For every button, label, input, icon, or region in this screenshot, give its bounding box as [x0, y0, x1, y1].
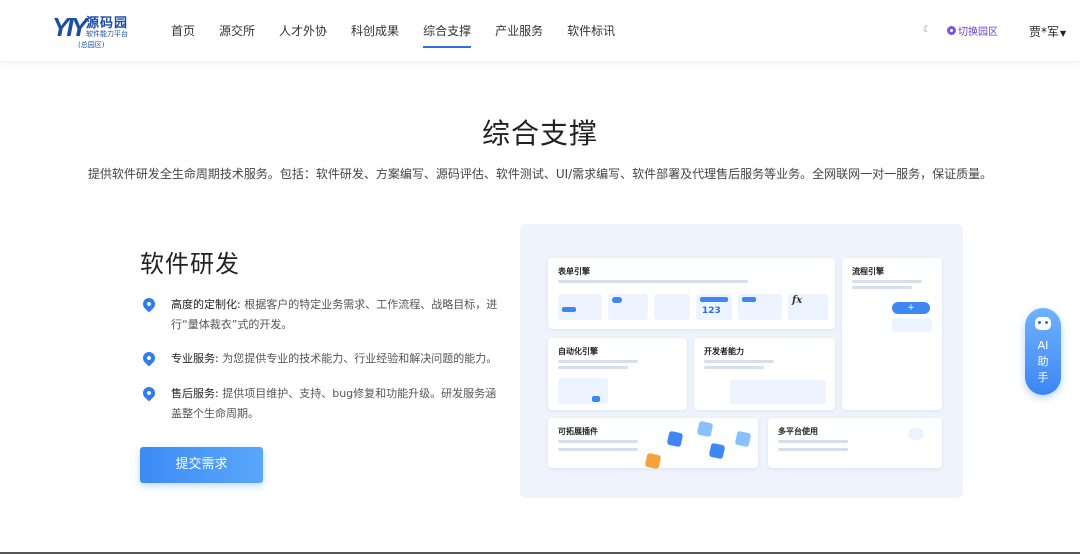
chevron-down-icon: ▼ — [1060, 29, 1067, 38]
page-title: 综合支撑 — [481, 117, 598, 150]
image-widget — [654, 294, 690, 320]
location-pin-icon — [140, 384, 158, 402]
moon-icon[interactable]: ☾ — [921, 24, 933, 36]
nav-home[interactable]: 首页 — [160, 0, 206, 61]
plugin-icon — [644, 452, 662, 470]
product-illustration: 表单引擎 123 fx 流程引擎 + 自动化引擎 开发者能力 可拓展插件 多平台… — [520, 224, 963, 498]
card-title: 流程引擎 — [852, 267, 884, 276]
nav-comprehensive-support[interactable]: 综合支撑 — [412, 0, 482, 61]
nav-source-exchange[interactable]: 源交所 — [208, 0, 266, 61]
card-title: 自动化引擎 — [558, 347, 598, 356]
logo[interactable]: YIY 源码园 软件能力平台 (总园区) — [52, 10, 142, 54]
card-title: 表单引擎 — [558, 267, 590, 276]
nav-talent-outsourcing[interactable]: 人才外协 — [268, 0, 338, 61]
location-pin-icon — [140, 349, 158, 367]
main-nav: 首页 源交所 人才外协 科创成果 综合支撑 产业服务 软件标讯 — [160, 0, 628, 61]
chat-bubble-icon — [908, 428, 924, 440]
ai-assistant-button[interactable]: AI 助 手 — [1025, 308, 1061, 395]
feature-item: 专业服务: 为您提供专业的技术能力、行业经验和解决问题的能力。 — [140, 349, 498, 369]
plugin-icon — [696, 420, 714, 438]
page-description: 提供软件研发全生命周期技术服务。包括：软件研发、方案编写、源码评估、软件测试、U… — [87, 167, 993, 181]
switch-park-button[interactable]: 切换园区 — [947, 23, 998, 38]
form-engine-card: 表单引擎 123 fx — [548, 258, 835, 329]
logo-region: (总园区) — [78, 41, 105, 49]
nav-innovation-results[interactable]: 科创成果 — [340, 0, 410, 61]
feature-text: 提供项目维护、支持、bug修复和功能升级。研发服务涵盖整个生命周期。 — [171, 387, 497, 420]
feature-heading: 售后服务: — [171, 387, 219, 400]
add-node-icon: + — [892, 302, 930, 314]
logo-mark: YIY — [52, 12, 88, 42]
multiplatform-card: 多平台使用 — [768, 418, 942, 468]
plugin-icon — [734, 430, 752, 448]
nav-industry-services[interactable]: 产业服务 — [484, 0, 554, 61]
automation-engine-card: 自动化引擎 — [548, 338, 687, 410]
feature-item: 售后服务: 提供项目维护、支持、bug修复和功能升级。研发服务涵盖整个生命周期。 — [140, 384, 498, 424]
feature-heading: 专业服务: — [171, 352, 219, 365]
robot-icon — [1035, 317, 1051, 330]
card-title: 开发者能力 — [704, 347, 744, 356]
feature-text: 为您提供专业的技术能力、行业经验和解决问题的能力。 — [218, 352, 498, 365]
flow-engine-card: 流程引擎 + — [842, 258, 942, 410]
user-menu[interactable]: 贾*军▼ — [1029, 23, 1066, 40]
switch-park-icon — [947, 26, 956, 35]
feature-item: 高度的定制化: 根据客户的特定业务需求、工作流程、战略目标，进行“量体裁衣”式的… — [140, 295, 498, 335]
user-name: 贾*军 — [1029, 25, 1060, 39]
plugin-icon — [708, 442, 726, 460]
section-title: 软件研发 — [140, 250, 240, 278]
developer-capability-card: 开发者能力 — [694, 338, 835, 410]
ai-assistant-label: AI 助 手 — [1037, 339, 1049, 384]
card-title: 可拓展插件 — [558, 427, 598, 436]
card-title: 多平台使用 — [778, 427, 818, 436]
switch-park-label: 切换园区 — [958, 27, 998, 38]
plugin-icon — [666, 430, 684, 448]
top-header: YIY 源码园 软件能力平台 (总园区) 首页 源交所 人才外协 科创成果 综合… — [0, 0, 1080, 61]
location-pin-icon — [140, 295, 158, 313]
formula-icon: fx — [792, 295, 803, 306]
submit-request-button[interactable]: 提交需求 — [140, 447, 263, 483]
plugins-card: 可拓展插件 — [548, 418, 758, 470]
nav-software-tenders[interactable]: 软件标讯 — [556, 0, 626, 61]
logo-subtitle: 软件能力平台 — [86, 30, 128, 38]
number-widget-value: 123 — [702, 306, 721, 316]
feature-heading: 高度的定制化: — [171, 298, 241, 311]
